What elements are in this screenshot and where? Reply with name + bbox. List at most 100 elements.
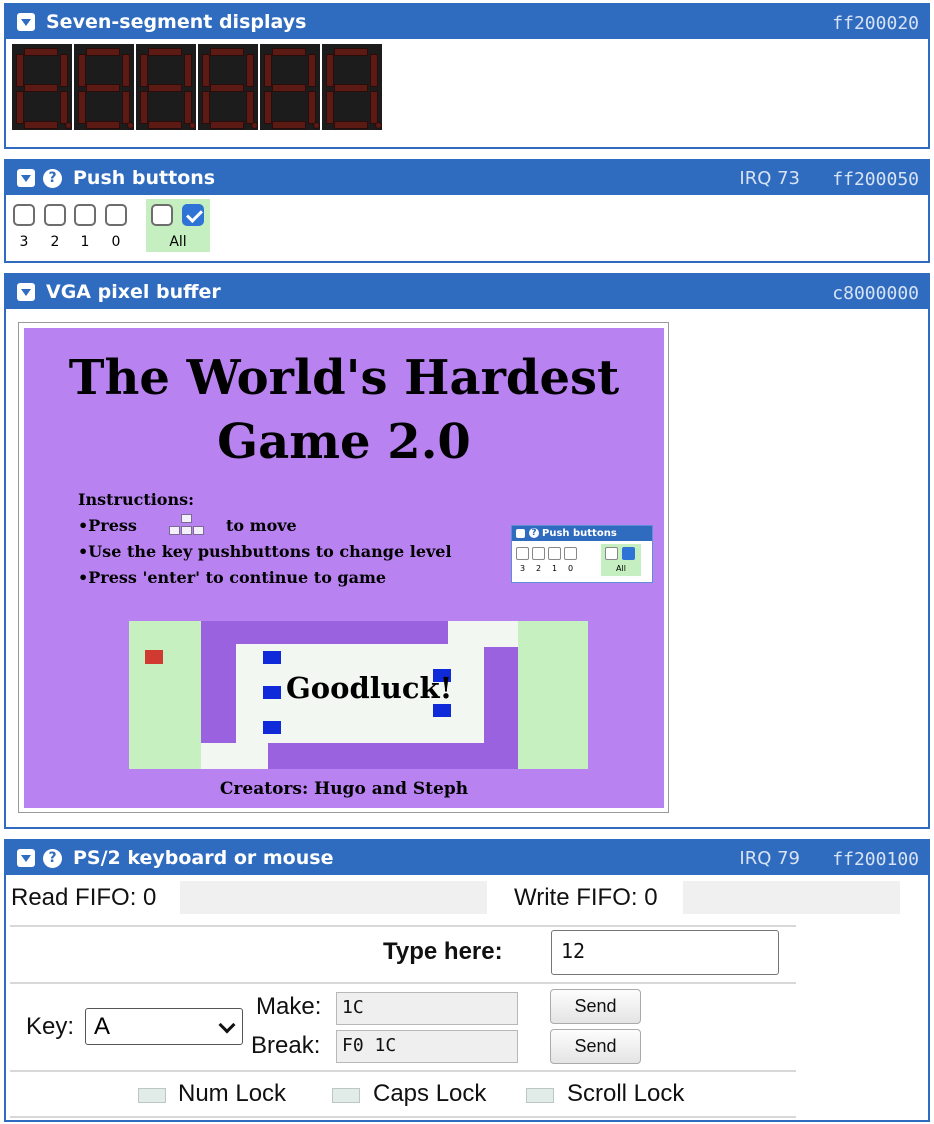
segment [334, 121, 368, 129]
mini-label: 1 [551, 564, 558, 573]
collapse-toggle-icon[interactable] [17, 849, 35, 867]
panel-address: c8000000 [832, 283, 919, 304]
mini-panel-title: Push buttons [512, 526, 652, 541]
panel-address: ff200050 [832, 169, 919, 190]
segment [246, 54, 254, 87]
segment [122, 91, 130, 124]
segment [370, 54, 378, 87]
enemy-dot [263, 721, 281, 734]
arrow-keys-icon [165, 514, 209, 538]
make-code-field[interactable]: 1C [336, 992, 518, 1025]
seven-segment-digit [322, 44, 382, 130]
panel-irq: IRQ 79 [739, 848, 800, 869]
break-code-field[interactable]: F0 1C [336, 1030, 518, 1063]
panel-title: VGA pixel buffer [46, 281, 221, 303]
mini-label: 3 [519, 564, 526, 573]
segment [326, 54, 334, 87]
divider [10, 1070, 796, 1072]
segment [272, 84, 306, 92]
segment [370, 91, 378, 124]
pushbutton-1[interactable] [74, 204, 96, 226]
pushbutton-label: 1 [80, 234, 90, 250]
panel-irq: IRQ 73 [739, 168, 800, 189]
break-label: Break: [251, 1032, 321, 1059]
instructions-heading: Instructions: [78, 490, 195, 509]
vga-screen[interactable]: The World's Hardest Game 2.0 Instruction… [24, 328, 664, 808]
panel-title: Seven-segment displays [46, 11, 307, 33]
enemy-dot [263, 686, 281, 699]
segment [272, 48, 306, 56]
mini-label: 0 [567, 564, 574, 573]
segment [86, 121, 120, 129]
segment [148, 48, 182, 56]
maze-corridor [201, 743, 268, 769]
instructions-line2: •Use the key pushbuttons to change level [78, 542, 452, 561]
level-safe-zone-left [129, 621, 201, 769]
segment [24, 48, 58, 56]
segment [122, 54, 130, 87]
write-fifo-bar [683, 881, 900, 914]
segment [202, 54, 210, 87]
creators-text: Creators: Hugo and Steph [219, 779, 469, 799]
segment [86, 84, 120, 92]
pushbutton-0[interactable] [105, 204, 127, 226]
segment [78, 91, 86, 124]
segment [24, 84, 58, 92]
segment [334, 84, 368, 92]
segment [264, 91, 272, 124]
pushbutton-label: 3 [19, 234, 29, 250]
segment [60, 91, 68, 124]
segment [272, 121, 306, 129]
key-label: Key: [26, 1013, 75, 1040]
segment [16, 91, 24, 124]
segment [210, 121, 244, 129]
panel-address: ff200100 [832, 849, 919, 870]
segment [210, 48, 244, 56]
game-title-line1: The World's Hardest [68, 350, 620, 406]
send-make-button[interactable]: Send [550, 989, 641, 1024]
scroll-lock-label: Scroll Lock [567, 1080, 685, 1107]
help-icon[interactable]: ? [43, 169, 62, 188]
maze-corridor [448, 621, 518, 647]
seven-segment-digit [260, 44, 320, 130]
all-uncheck-checkbox[interactable] [151, 204, 173, 226]
segment [326, 91, 334, 124]
caps-lock-label: Caps Lock [373, 1080, 487, 1107]
num-lock-label: Num Lock [178, 1080, 287, 1107]
pushbutton-3[interactable] [13, 204, 35, 226]
mini-label: 2 [535, 564, 542, 573]
enemy-dot [433, 704, 451, 717]
segment [148, 84, 182, 92]
all-check-checkbox[interactable] [182, 204, 204, 226]
collapse-toggle-icon[interactable] [17, 169, 35, 187]
type-here-input[interactable]: 12 [551, 930, 779, 975]
num-lock-indicator [138, 1088, 166, 1103]
mini-push-buttons-image: Push buttons 3 2 1 0 All [511, 525, 653, 583]
seven-segment-digit [136, 44, 196, 130]
segment [334, 48, 368, 56]
segment [140, 54, 148, 87]
decimal-point [375, 122, 382, 129]
segment [246, 91, 254, 124]
divider [10, 1116, 796, 1118]
help-icon[interactable]: ? [43, 849, 62, 868]
panel-header: ? PS/2 keyboard or mouse IRQ 79 ff200100 [6, 841, 928, 875]
collapse-toggle-icon[interactable] [17, 13, 35, 31]
instructions-line3: •Press 'enter' to continue to game [78, 568, 387, 587]
make-label: Make: [256, 993, 322, 1020]
instructions-press: •Press [78, 516, 137, 535]
mini-all-label: All [616, 564, 626, 573]
segment [60, 54, 68, 87]
decimal-point [127, 122, 134, 129]
send-break-button[interactable]: Send [550, 1029, 641, 1064]
decimal-point [65, 122, 72, 129]
panel-title: Push buttons [73, 167, 216, 189]
push-buttons-panel: ? Push buttons IRQ 73 ff200050 [4, 159, 930, 263]
segment [78, 54, 86, 87]
key-select[interactable]: A [85, 1008, 243, 1045]
panel-header: VGA pixel buffer c8000000 [6, 275, 928, 309]
collapse-toggle-icon[interactable] [17, 283, 35, 301]
segment [184, 54, 192, 87]
panel-header: ? Push buttons IRQ 73 ff200050 [6, 161, 928, 195]
pushbutton-2[interactable] [44, 204, 66, 226]
